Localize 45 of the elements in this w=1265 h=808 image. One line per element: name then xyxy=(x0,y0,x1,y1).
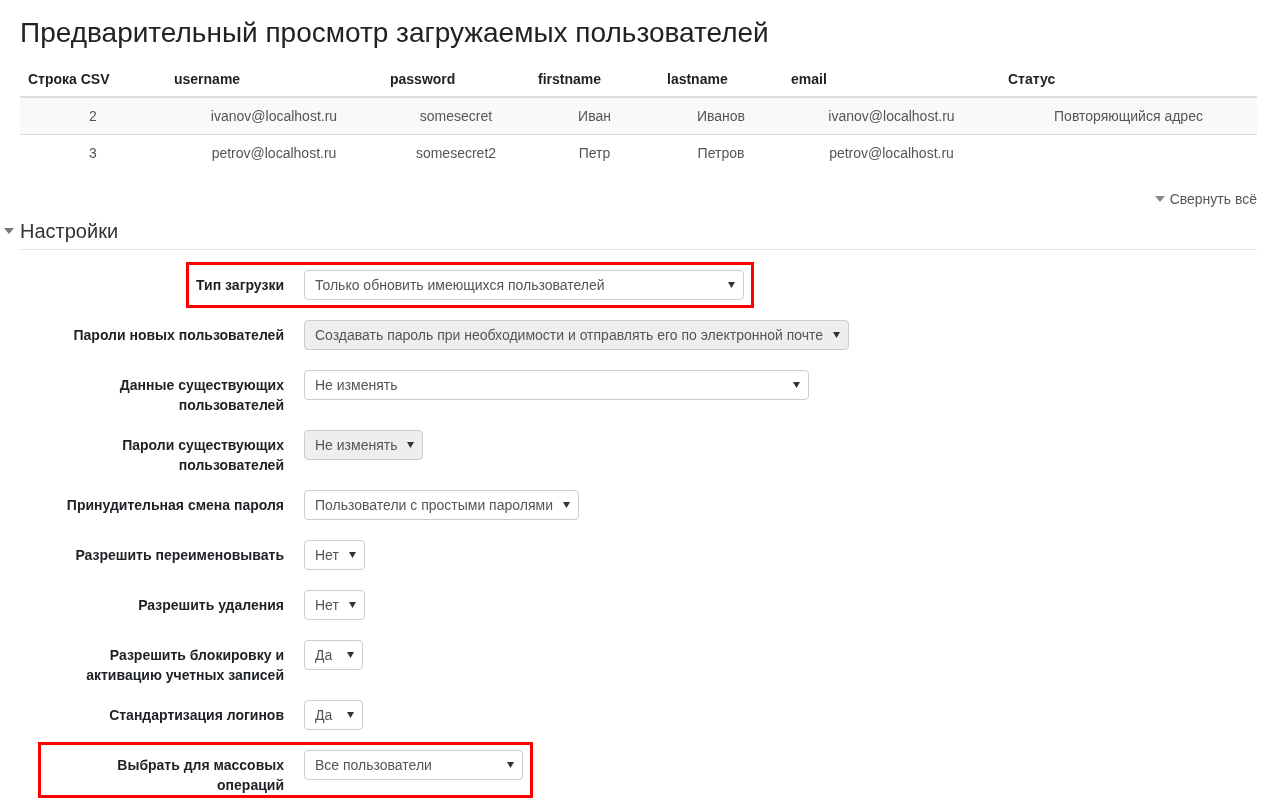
page-title: Предварительный просмотр загружаемых пользователей xyxy=(20,16,770,50)
field-label: Разрешить блокировку и активацию учетных записей xyxy=(85,646,284,685)
dropdown[interactable]: Нет xyxy=(304,590,365,620)
field-label: Выбрать для массовых операций xyxy=(116,756,284,795)
field-label: Разрешить переименовывать xyxy=(75,546,284,565)
table-cell: 3 xyxy=(20,134,166,171)
dropdown[interactable]: Да xyxy=(304,700,363,730)
dropdown[interactable]: Не изменять xyxy=(304,370,809,400)
table-cell: Повторяющийся адрес xyxy=(1000,97,1257,135)
table-cell: 2 xyxy=(20,97,166,135)
field-label: Разрешить удаления xyxy=(138,596,284,615)
collapse-all-link[interactable]: Свернуть всё xyxy=(1154,189,1257,209)
dropdown[interactable]: Пользователи с простыми паролями xyxy=(304,490,579,520)
caret-icon xyxy=(348,602,356,608)
caret-icon xyxy=(347,712,354,718)
table-cell: petrov@localhost.ru xyxy=(166,134,382,171)
field-label: Стандартизация логинов xyxy=(109,706,284,725)
caret-icon xyxy=(728,282,735,288)
caret-icon xyxy=(1154,196,1165,202)
field-label: Тип загрузки xyxy=(196,276,284,295)
table-cell: Иван xyxy=(530,97,659,135)
table-cell: Петров xyxy=(659,134,783,171)
table-cell: ivanov@localhost.ru xyxy=(166,97,382,135)
caret-icon xyxy=(348,552,356,558)
field-label: Принудительная смена пароля xyxy=(66,496,284,515)
dropdown[interactable]: Нет xyxy=(304,540,365,570)
field-label: Данные существующих пользователей xyxy=(118,376,284,415)
dropdown[interactable]: Все пользователи xyxy=(304,750,523,780)
caret-icon xyxy=(507,762,514,768)
caret-icon xyxy=(347,652,354,658)
dropdown[interactable]: Да xyxy=(304,640,363,670)
section-toggle[interactable]: Настройки xyxy=(4,218,119,244)
table-cell: ivanov@localhost.ru xyxy=(783,97,1000,135)
table-cell: Иванов xyxy=(659,97,783,135)
table-cell: somesecret xyxy=(382,97,530,135)
dropdown[interactable]: Только обновить имеющихся пользователей xyxy=(304,270,744,300)
field-label: Пароли существующих пользователей xyxy=(121,436,284,475)
table-cell: petrov@localhost.ru xyxy=(783,134,1000,171)
caret-icon xyxy=(793,382,800,388)
caret-icon xyxy=(562,502,570,508)
field-label: Пароли новых пользователей xyxy=(73,326,284,345)
caret-icon xyxy=(833,332,841,338)
table-cell: Петр xyxy=(530,134,659,171)
caret-icon xyxy=(407,442,415,448)
table-cell: somesecret2 xyxy=(382,134,530,171)
